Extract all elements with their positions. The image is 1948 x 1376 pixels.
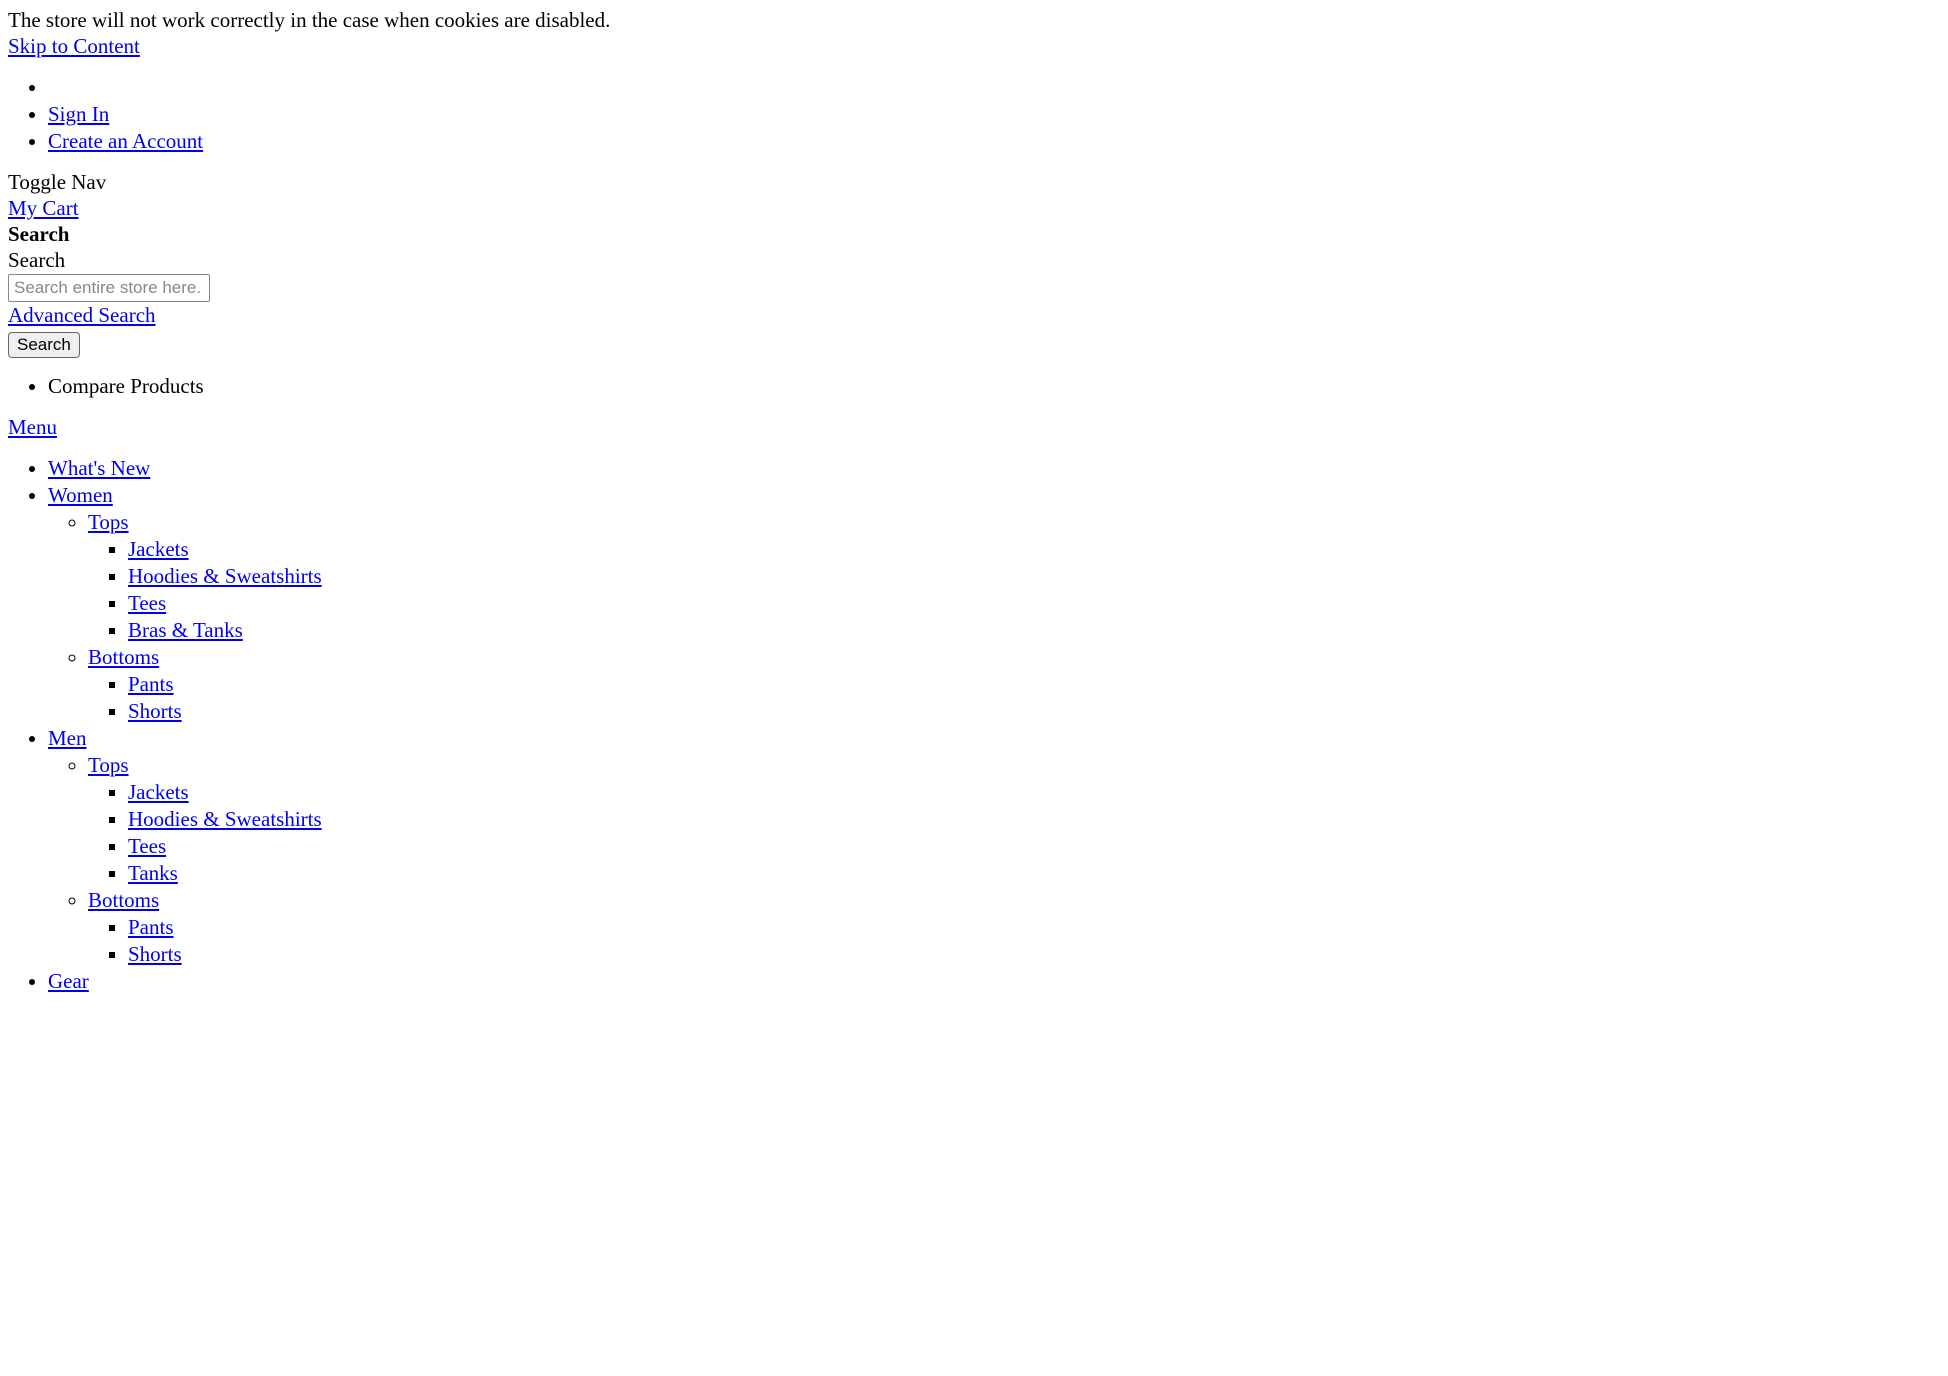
search-button[interactable]: Search xyxy=(8,332,80,358)
nav-women-tops-bras-tanks[interactable]: Bras & Tanks xyxy=(128,618,243,642)
search-label: Search xyxy=(8,248,1940,273)
nav-men-tops[interactable]: Tops xyxy=(88,753,129,777)
sign-in-link[interactable]: Sign In xyxy=(48,102,109,126)
my-cart-link[interactable]: My Cart xyxy=(8,196,1940,221)
header-link-empty xyxy=(48,75,1940,100)
menu-link[interactable]: Menu xyxy=(8,415,1940,440)
nav-men-bottoms-pants[interactable]: Pants xyxy=(128,915,174,939)
nav-women-bottoms[interactable]: Bottoms xyxy=(88,645,159,669)
cookie-notice: The store will not work correctly in the… xyxy=(8,8,1940,33)
skip-to-content-link[interactable]: Skip to Content xyxy=(8,34,1940,59)
nav-men-tops-jackets[interactable]: Jackets xyxy=(128,780,189,804)
nav-women-tops[interactable]: Tops xyxy=(88,510,129,534)
advanced-search-link[interactable]: Advanced Search xyxy=(8,303,1940,328)
nav-women-bottoms-shorts[interactable]: Shorts xyxy=(128,699,182,723)
search-input[interactable] xyxy=(8,274,210,302)
nav-women-tops-jackets[interactable]: Jackets xyxy=(128,537,189,561)
nav-whats-new[interactable]: What's New xyxy=(48,456,150,480)
nav-women-tops-tees[interactable]: Tees xyxy=(128,591,166,615)
create-account-link[interactable]: Create an Account xyxy=(48,129,203,153)
compare-list: Compare Products xyxy=(8,374,1940,399)
nav-gear[interactable]: Gear xyxy=(48,969,89,993)
nav-men-tops-tees[interactable]: Tees xyxy=(128,834,166,858)
nav-men[interactable]: Men xyxy=(48,726,87,750)
nav-men-tops-tanks[interactable]: Tanks xyxy=(128,861,178,885)
toggle-nav-label: Toggle Nav xyxy=(8,170,1940,195)
nav-men-tops-hoodies[interactable]: Hoodies & Sweatshirts xyxy=(128,807,322,831)
nav-men-bottoms-shorts[interactable]: Shorts xyxy=(128,942,182,966)
nav-men-bottoms[interactable]: Bottoms xyxy=(88,888,159,912)
main-nav: What's New Women Tops Jackets Hoodies & … xyxy=(8,456,1940,994)
search-heading: Search xyxy=(8,222,1940,247)
header-links-list: Sign In Create an Account xyxy=(8,75,1940,154)
nav-women-tops-hoodies[interactable]: Hoodies & Sweatshirts xyxy=(128,564,322,588)
compare-products-item: Compare Products xyxy=(48,374,1940,399)
nav-women-bottoms-pants[interactable]: Pants xyxy=(128,672,174,696)
nav-women[interactable]: Women xyxy=(48,483,113,507)
